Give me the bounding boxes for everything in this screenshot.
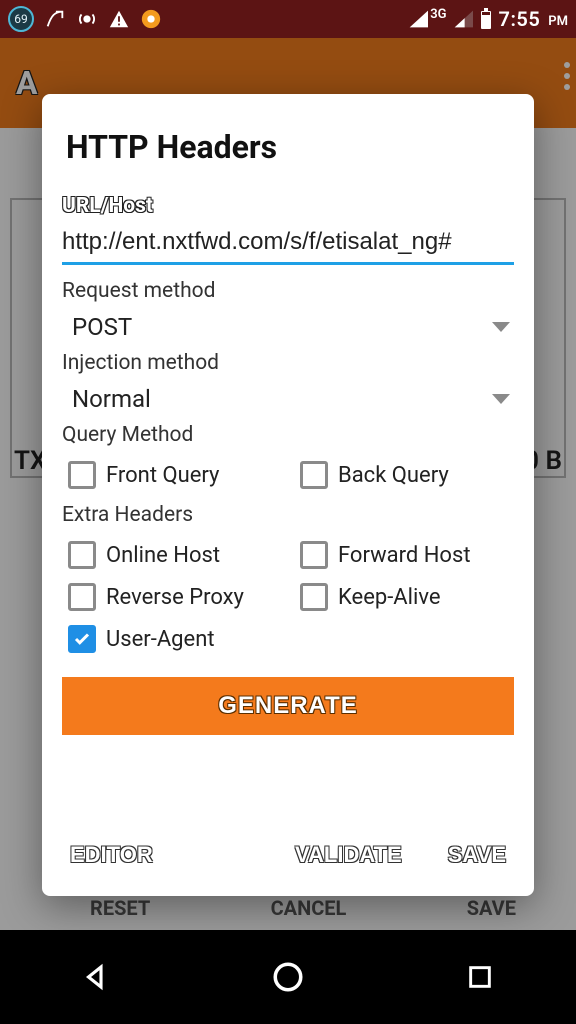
request-method-value: POST	[72, 313, 132, 341]
battery-icon	[479, 8, 493, 30]
dialog-actions: EDITOR VALIDATE SAVE	[62, 820, 514, 880]
editor-button[interactable]: EDITOR	[62, 838, 161, 872]
user-agent-label: User-Agent	[106, 627, 215, 652]
back-query-label: Back Query	[338, 463, 449, 488]
recents-button[interactable]	[456, 953, 504, 1001]
keep-alive-checkbox[interactable]: Keep-Alive	[300, 583, 441, 611]
reverse-proxy-checkbox[interactable]: Reverse Proxy	[68, 583, 278, 611]
online-host-label: Online Host	[106, 543, 220, 568]
injection-method-select[interactable]: Normal	[62, 379, 514, 417]
request-method-select[interactable]: POST	[62, 307, 514, 345]
back-button[interactable]	[72, 953, 120, 1001]
checkbox-icon	[300, 541, 328, 569]
clock-period: PM	[548, 14, 568, 29]
signal-2-icon	[453, 10, 473, 28]
injection-method-label: Injection method	[62, 351, 514, 375]
dialog-title: HTTP Headers	[62, 128, 514, 166]
screen: 69 3G 7:55	[0, 0, 576, 1024]
hotspot-icon	[76, 8, 98, 30]
query-method-label: Query Method	[62, 423, 514, 447]
home-button[interactable]	[264, 953, 312, 1001]
notification-badge: 69	[8, 6, 34, 32]
url-host-input[interactable]	[62, 222, 514, 265]
validate-button[interactable]: VALIDATE	[287, 838, 410, 872]
back-query-checkbox[interactable]: Back Query	[300, 461, 449, 489]
front-query-label: Front Query	[106, 463, 219, 488]
clock-time: 7:55	[499, 7, 541, 31]
status-left: 69	[8, 6, 162, 32]
save-button[interactable]: SAVE	[440, 838, 514, 872]
checkbox-checked-icon	[68, 625, 96, 653]
navigation-bar	[0, 930, 576, 1024]
app-icon	[140, 8, 162, 30]
checkbox-icon	[68, 583, 96, 611]
keep-alive-label: Keep-Alive	[338, 585, 441, 610]
online-host-checkbox[interactable]: Online Host	[68, 541, 278, 569]
reverse-proxy-label: Reverse Proxy	[106, 585, 244, 610]
checkbox-icon	[68, 541, 96, 569]
checkbox-icon	[300, 461, 328, 489]
http-headers-dialog: HTTP Headers URL/Host Request method POS…	[42, 94, 534, 896]
status-right: 3G 7:55 PM	[408, 7, 568, 31]
generate-button[interactable]: GENERATE	[62, 677, 514, 735]
signal-icon	[408, 10, 428, 28]
url-host-label: URL/Host	[62, 194, 514, 218]
chevron-down-icon	[492, 394, 510, 404]
warning-icon	[108, 8, 130, 30]
forward-host-label: Forward Host	[338, 543, 471, 568]
user-agent-checkbox[interactable]: User-Agent	[68, 625, 278, 653]
checkbox-icon	[300, 583, 328, 611]
front-query-checkbox[interactable]: Front Query	[68, 461, 278, 489]
app-notification-icon	[44, 8, 66, 30]
request-method-label: Request method	[62, 279, 514, 303]
network-type-label: 3G	[430, 7, 446, 22]
injection-method-value: Normal	[72, 385, 151, 413]
forward-host-checkbox[interactable]: Forward Host	[300, 541, 471, 569]
status-bar: 69 3G 7:55	[0, 0, 576, 38]
extra-headers-label: Extra Headers	[62, 503, 514, 527]
checkbox-icon	[68, 461, 96, 489]
chevron-down-icon	[492, 322, 510, 332]
